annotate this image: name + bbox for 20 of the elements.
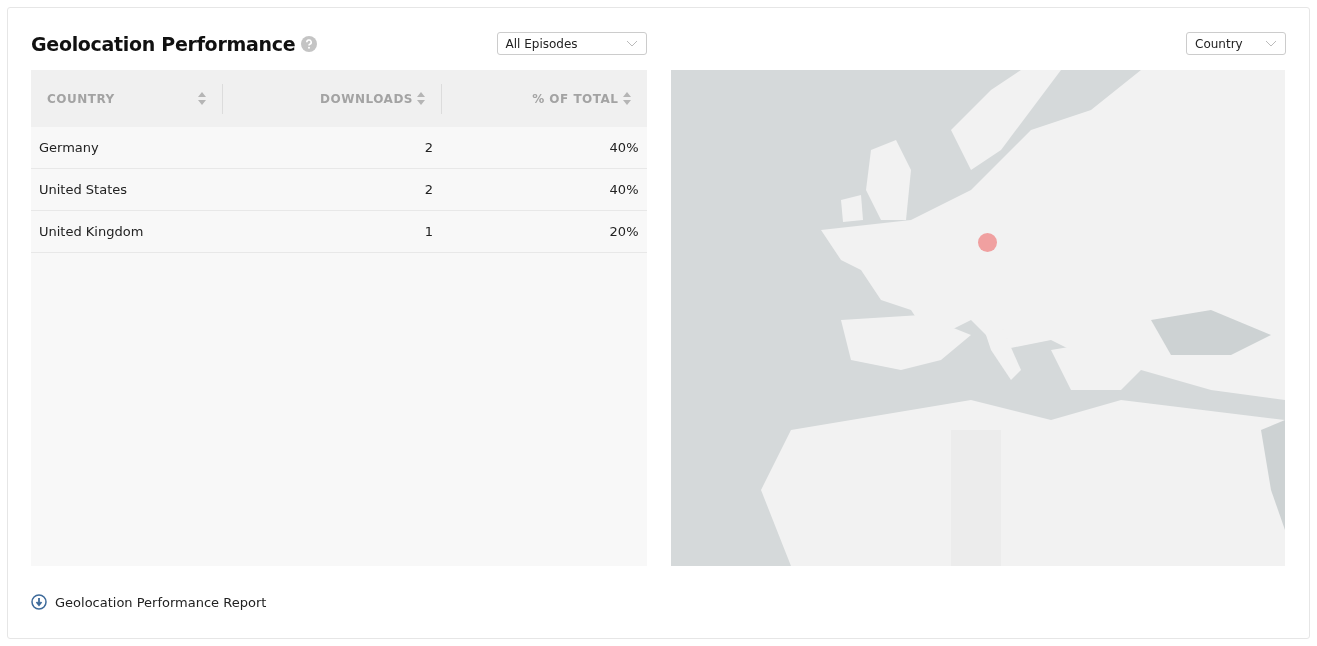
table-cell-text: 20%	[608, 224, 640, 239]
sort-icon[interactable]	[417, 92, 425, 105]
table-cell-text: 40%	[608, 140, 640, 155]
table-cell-text: 2	[423, 140, 434, 155]
chevron-down-icon	[1265, 40, 1277, 47]
report-link[interactable]: Geolocation Performance Report	[55, 594, 267, 610]
region-dropdown[interactable]: Country	[1186, 32, 1286, 55]
section-title: Geolocation Performance	[31, 32, 296, 55]
table-cell-text: United States	[38, 182, 129, 197]
table-cell-text: 40%	[608, 182, 640, 197]
table-cell-text: United Kingdom	[38, 224, 145, 239]
chevron-down-icon	[625, 40, 638, 47]
table-cell-text: 1	[423, 224, 434, 239]
table-cell-text: 2	[423, 182, 434, 197]
episode-dropdown[interactable]: All Episodes	[496, 32, 647, 55]
sort-icon[interactable]	[622, 92, 631, 105]
table-cell-text: Germany	[38, 140, 100, 155]
help-icon[interactable]	[301, 35, 318, 52]
download-icon[interactable]	[31, 594, 47, 610]
sort-icon[interactable]	[198, 92, 206, 105]
